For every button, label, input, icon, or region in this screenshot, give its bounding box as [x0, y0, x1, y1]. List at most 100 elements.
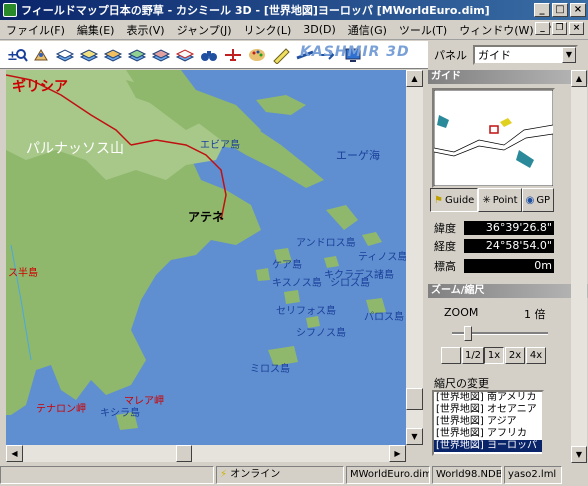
- tab-point-label: Point: [492, 194, 518, 206]
- elevation-value: 0m: [464, 258, 554, 273]
- status-blank: [0, 465, 214, 484]
- status-file-3: yaso2.lml: [504, 465, 562, 484]
- guide-tabs: ⚑ Guide ✳ Point ◉ GP: [430, 188, 555, 212]
- label-parnassus: パルナッソス山: [26, 141, 124, 157]
- point-tab-icon: ✳: [482, 194, 491, 206]
- zoom-in-out-icon[interactable]: ±: [6, 44, 28, 66]
- panel-select[interactable]: ガイド ▼: [473, 45, 578, 65]
- layer-icon[interactable]: [54, 44, 76, 66]
- elevation-row: 標高 0m: [434, 258, 554, 273]
- status-online: ⚡ オンライン: [216, 465, 344, 484]
- layer-icon-6[interactable]: [174, 44, 196, 66]
- mdi-restore-button[interactable]: ❐: [552, 22, 567, 35]
- palette-icon[interactable]: [246, 44, 268, 66]
- horizontal-scrollbar[interactable]: ◀ ▶: [6, 445, 406, 462]
- minimize-button[interactable]: _: [534, 3, 550, 17]
- plane-icon[interactable]: [222, 44, 244, 66]
- longitude-row: 経度 24°58'54.0": [434, 238, 554, 253]
- title-bar: フィールドマップ日本の野草 - カシミール 3D - [世界地図]ヨーロッパ […: [0, 0, 588, 20]
- guide-tab-icon: ⚑: [434, 194, 443, 206]
- binoculars-icon[interactable]: [198, 44, 220, 66]
- zoom-half-button[interactable]: 1/2: [462, 347, 484, 364]
- layer-icon-5[interactable]: [150, 44, 172, 66]
- label-kea: ケア島: [272, 260, 302, 271]
- side-scroll-up-button[interactable]: ▲: [571, 70, 587, 87]
- tab-point[interactable]: ✳ Point: [478, 188, 522, 212]
- scale-item[interactable]: [世界地図] アジア: [434, 416, 542, 428]
- zoom-slider-thumb[interactable]: [464, 326, 472, 341]
- online-text: オンライン: [230, 468, 281, 480]
- menu-window[interactable]: ウィンドウ(W): [453, 22, 539, 38]
- gps-tab-icon: ◉: [525, 194, 535, 206]
- tab-gps[interactable]: ◉ GP: [521, 188, 555, 212]
- side-scroll-down-button[interactable]: ▼: [571, 446, 587, 463]
- menu-comm[interactable]: 通信(G): [342, 22, 393, 38]
- label-kythnos: キスノス島: [272, 278, 322, 289]
- label-andros: アンドロス島: [296, 238, 356, 249]
- elevation-label: 標高: [434, 259, 456, 273]
- layer-icon-4[interactable]: [126, 44, 148, 66]
- hiker-icon[interactable]: [30, 44, 52, 66]
- maximize-button[interactable]: □: [552, 3, 568, 17]
- layer-icon-2[interactable]: [78, 44, 100, 66]
- scale-item[interactable]: [世界地図] オセアニア: [434, 404, 542, 416]
- overview-map-graphic: [433, 89, 554, 187]
- vertical-scrollbar[interactable]: ▲ ▼: [406, 70, 423, 445]
- kashmir-logo: KASHMIR 3D: [300, 44, 410, 60]
- zoom-label: ZOOM: [444, 306, 479, 319]
- label-small-peninsula: ス半島: [8, 268, 38, 279]
- map-view[interactable]: ギリシア パルナッソス山 エビア島 エーゲ海 アテネ アンドロス島 ティノス島 …: [6, 70, 406, 445]
- layer-icon-3[interactable]: [102, 44, 124, 66]
- zoom-1x-button[interactable]: 1x: [484, 347, 504, 364]
- latitude-row: 緯度 36°39'26.8": [434, 220, 554, 235]
- vertical-scroll-thumb[interactable]: [406, 388, 423, 410]
- scale-item[interactable]: [世界地図] 南アメリカ: [434, 392, 542, 404]
- window-title: フィールドマップ日本の野草 - カシミール 3D - [世界地図]ヨーロッパ […: [21, 4, 490, 17]
- scroll-left-button[interactable]: ◀: [6, 445, 23, 462]
- label-aegean: エーゲ海: [336, 149, 380, 162]
- tab-guide[interactable]: ⚑ Guide: [430, 188, 479, 212]
- label-syros: シロス島: [330, 278, 370, 289]
- guide-overview-map[interactable]: [432, 88, 555, 188]
- status-bar: ⚡ オンライン MWorldEuro.dim World98.NDB yaso2…: [0, 463, 588, 486]
- mdi-minimize-button[interactable]: _: [535, 22, 550, 35]
- menu-jump[interactable]: ジャンプ(J): [171, 22, 238, 38]
- close-button[interactable]: ×: [570, 3, 586, 17]
- menu-3d[interactable]: 3D(D): [297, 23, 342, 36]
- chevron-down-icon[interactable]: ▼: [562, 47, 576, 63]
- menu-edit[interactable]: 編集(E): [71, 22, 121, 38]
- pencil-icon[interactable]: [270, 44, 292, 66]
- scroll-right-button[interactable]: ▶: [389, 445, 406, 462]
- guide-header: ガイド: [428, 70, 588, 84]
- label-athens: アテネ: [188, 210, 225, 224]
- horizontal-scroll-thumb[interactable]: [176, 445, 192, 462]
- menu-tools[interactable]: ツール(T): [393, 22, 453, 38]
- mdi-close-button[interactable]: ×: [569, 22, 584, 35]
- scale-item-selected[interactable]: [世界地図] ヨーロッパ: [434, 440, 542, 452]
- label-paros: パロス島: [364, 312, 404, 323]
- menu-link[interactable]: リンク(L): [238, 22, 298, 38]
- tab-guide-label: Guide: [444, 194, 475, 206]
- panel-selector-row: パネル ガイド ▼: [428, 41, 588, 69]
- status-file-1: MWorldEuro.dim: [346, 465, 430, 484]
- side-panel: ガイド ⚑ Guide ✳ Point ◉ GP 緯度 36°39'26.8" 経度 …: [428, 70, 588, 463]
- menu-file[interactable]: ファイル(F): [0, 22, 71, 38]
- scale-list[interactable]: [世界地図] 南アメリカ [世界地図] オセアニア [世界地図] アジア [世界…: [432, 390, 544, 456]
- scroll-up-button[interactable]: ▲: [406, 70, 423, 87]
- zoom-blank-button[interactable]: [441, 347, 461, 364]
- label-sifnos: シフノス島: [296, 328, 346, 339]
- longitude-label: 経度: [434, 239, 456, 253]
- zoom-2x-button[interactable]: 2x: [505, 347, 525, 364]
- latitude-value: 36°39'26.8": [464, 220, 554, 235]
- menu-view[interactable]: 表示(V): [120, 22, 170, 38]
- label-tainaron: テナロン岬: [36, 404, 86, 415]
- zoom-value: 1 倍: [524, 308, 546, 321]
- app-icon[interactable]: [3, 3, 17, 17]
- panel-label: パネル: [434, 49, 467, 62]
- zoom-4x-button[interactable]: 4x: [526, 347, 546, 364]
- scroll-down-button[interactable]: ▼: [406, 428, 423, 445]
- label-kythira: キシラ島: [100, 408, 140, 419]
- side-scrollbar[interactable]: ▲ ▼: [571, 70, 587, 463]
- map-terrain: [6, 70, 386, 430]
- scale-item[interactable]: [世界地図] アフリカ: [434, 428, 542, 440]
